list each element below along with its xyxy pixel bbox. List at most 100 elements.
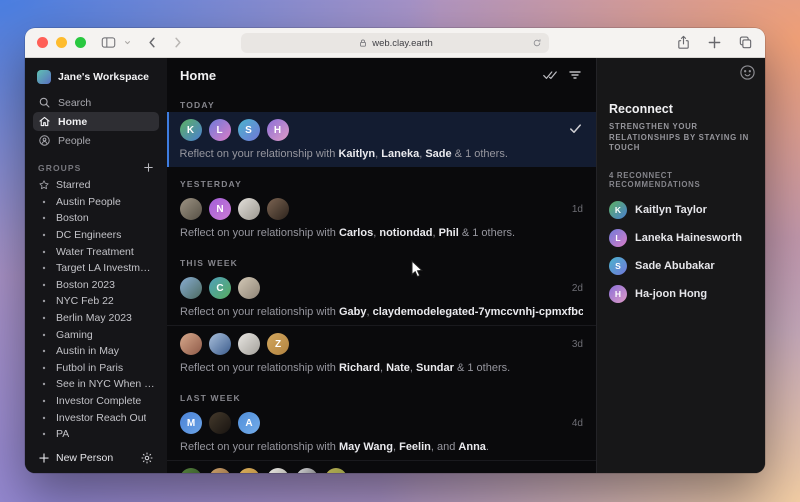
person-avatar[interactable]: H bbox=[609, 285, 627, 304]
moment-card[interactable]: 5d bbox=[167, 460, 596, 473]
photo-avatar[interactable] bbox=[238, 198, 260, 220]
photo-avatar[interactable] bbox=[238, 277, 260, 299]
group-item[interactable]: Boston bbox=[33, 210, 159, 227]
share-icon[interactable] bbox=[675, 35, 691, 51]
group-item[interactable]: Boston 2023 bbox=[33, 277, 159, 294]
sidebar-item-label: People bbox=[58, 134, 91, 147]
person-name: Laneka bbox=[381, 148, 420, 160]
workspace-avatar bbox=[37, 70, 51, 84]
forward-icon[interactable] bbox=[169, 35, 185, 51]
photo-avatar[interactable] bbox=[180, 198, 202, 220]
reconnect-person[interactable]: H Ha-joon Hong bbox=[609, 281, 753, 308]
group-item[interactable]: NYC Feb 22 bbox=[33, 293, 159, 310]
reconnect-person[interactable]: S Sade Abubakar bbox=[609, 253, 753, 280]
group-item[interactable]: Target LA Investm… bbox=[33, 260, 159, 277]
group-item[interactable]: DC Engineers bbox=[33, 227, 159, 244]
letter-avatar[interactable]: N bbox=[209, 198, 231, 220]
sidebar-toggle-icon[interactable] bbox=[100, 35, 116, 51]
letter-avatar[interactable]: S bbox=[237, 119, 260, 141]
dot-icon bbox=[38, 196, 50, 208]
close-button[interactable] bbox=[37, 37, 48, 48]
reconnect-count: 4 RECONNECT RECOMMENDATIONS bbox=[609, 170, 701, 189]
letter-avatar[interactable]: Z bbox=[267, 333, 289, 355]
mark-all-done-icon[interactable] bbox=[542, 67, 558, 83]
add-group-icon[interactable] bbox=[143, 162, 154, 173]
check-icon bbox=[568, 121, 583, 136]
group-item[interactable]: PA bbox=[33, 426, 159, 443]
photo-avatar[interactable] bbox=[267, 198, 289, 220]
chevron-down-icon[interactable] bbox=[119, 35, 135, 51]
reconnect-person[interactable]: K Kaitlyn Taylor bbox=[609, 197, 753, 224]
photo-avatar[interactable] bbox=[267, 468, 289, 473]
section-label: LAST WEEK bbox=[180, 393, 241, 403]
profile-face-icon[interactable] bbox=[739, 64, 756, 81]
letter-avatar[interactable]: A bbox=[238, 412, 260, 434]
moment-card[interactable]: C 2d Reflect on your relationship with Gab… bbox=[167, 270, 596, 325]
letter-avatar[interactable]: H bbox=[266, 119, 289, 141]
person-avatar[interactable]: L bbox=[609, 229, 627, 248]
person-avatar[interactable]: K bbox=[609, 201, 627, 220]
group-item[interactable]: Investor Reach Out bbox=[33, 409, 159, 426]
group-label: Investor Complete bbox=[56, 395, 142, 408]
photo-avatar[interactable] bbox=[296, 468, 318, 473]
group-item[interactable]: Austin People bbox=[33, 194, 159, 211]
card-text: Reflect on your relationship with May Wa… bbox=[180, 441, 583, 453]
card-top-row: 5d bbox=[180, 468, 583, 473]
photo-avatar[interactable] bbox=[180, 333, 202, 355]
group-item[interactable]: Investor Complete bbox=[33, 393, 159, 410]
group-item[interactable]: Water Treatment bbox=[33, 243, 159, 260]
done-check[interactable] bbox=[568, 121, 583, 139]
person-name: notiondad bbox=[379, 227, 433, 239]
sidebar-item-search[interactable]: Search bbox=[33, 93, 159, 112]
zoom-button[interactable] bbox=[75, 37, 86, 48]
group-item[interactable]: Austin in May bbox=[33, 343, 159, 360]
reconnect-person[interactable]: L Laneka Hainesworth bbox=[609, 225, 753, 252]
tabs-overview-icon[interactable] bbox=[737, 35, 753, 51]
new-tab-icon[interactable] bbox=[706, 35, 722, 51]
filter-icon[interactable] bbox=[567, 67, 583, 83]
photo-avatar[interactable] bbox=[209, 412, 231, 434]
person-avatar[interactable]: S bbox=[609, 257, 627, 276]
moment-card[interactable]: M A 4d Reflect on your relationship with Ma… bbox=[167, 405, 596, 460]
moment-card[interactable]: N 1d Reflect on your relationship with Car… bbox=[167, 191, 596, 246]
main-header-icons bbox=[542, 67, 583, 83]
person-name: Feelin bbox=[399, 441, 431, 453]
address-bar[interactable]: web.clay.earth bbox=[241, 33, 549, 53]
refresh-icon[interactable] bbox=[531, 37, 543, 49]
sidebar-item-people[interactable]: People bbox=[33, 131, 159, 150]
minimize-button[interactable] bbox=[56, 37, 67, 48]
back-icon[interactable] bbox=[144, 35, 160, 51]
group-item[interactable]: Futbol in Paris bbox=[33, 360, 159, 377]
group-item[interactable]: Starred bbox=[33, 177, 159, 194]
person-name: May Wang bbox=[338, 441, 393, 453]
letter-avatar[interactable]: C bbox=[209, 277, 231, 299]
main-header: Home bbox=[167, 58, 596, 88]
photo-avatar[interactable] bbox=[180, 277, 202, 299]
photo-avatar[interactable] bbox=[180, 468, 202, 473]
moment-card[interactable]: Z 3d Reflect on your relationship with Ric… bbox=[167, 325, 596, 381]
group-item[interactable]: Gaming bbox=[33, 326, 159, 343]
photo-avatar[interactable] bbox=[209, 333, 231, 355]
photo-avatar[interactable] bbox=[209, 468, 231, 473]
new-person-button[interactable]: New Person bbox=[33, 446, 159, 467]
group-item[interactable]: See in NYC When … bbox=[33, 376, 159, 393]
letter-avatar[interactable]: M bbox=[180, 412, 202, 434]
workspace-switcher[interactable]: Jane's Workspace bbox=[33, 66, 159, 88]
group-label: PA bbox=[56, 428, 70, 441]
workspace-name: Jane's Workspace bbox=[58, 71, 150, 83]
photo-avatar[interactable] bbox=[238, 333, 260, 355]
moment-card[interactable]: K L S H Reflect on your relationship with Ka… bbox=[167, 112, 596, 167]
photo-avatar[interactable] bbox=[325, 468, 347, 473]
group-label: DC Engineers bbox=[56, 229, 122, 242]
group-label: NYC Feb 22 bbox=[56, 295, 114, 308]
person-name: Richard bbox=[338, 362, 380, 374]
photo-avatar[interactable] bbox=[238, 468, 260, 473]
group-item[interactable]: Berlin May 2023 bbox=[33, 310, 159, 327]
card-text: Reflect on your relationship with Kaitly… bbox=[180, 148, 584, 160]
group-label: Boston 2023 bbox=[56, 278, 115, 291]
letter-avatar[interactable]: K bbox=[179, 119, 202, 141]
letter-avatar[interactable]: L bbox=[208, 119, 231, 141]
settings-icon[interactable] bbox=[140, 451, 154, 465]
avatar-group: N bbox=[180, 198, 289, 220]
sidebar-item-home[interactable]: Home bbox=[33, 112, 159, 131]
